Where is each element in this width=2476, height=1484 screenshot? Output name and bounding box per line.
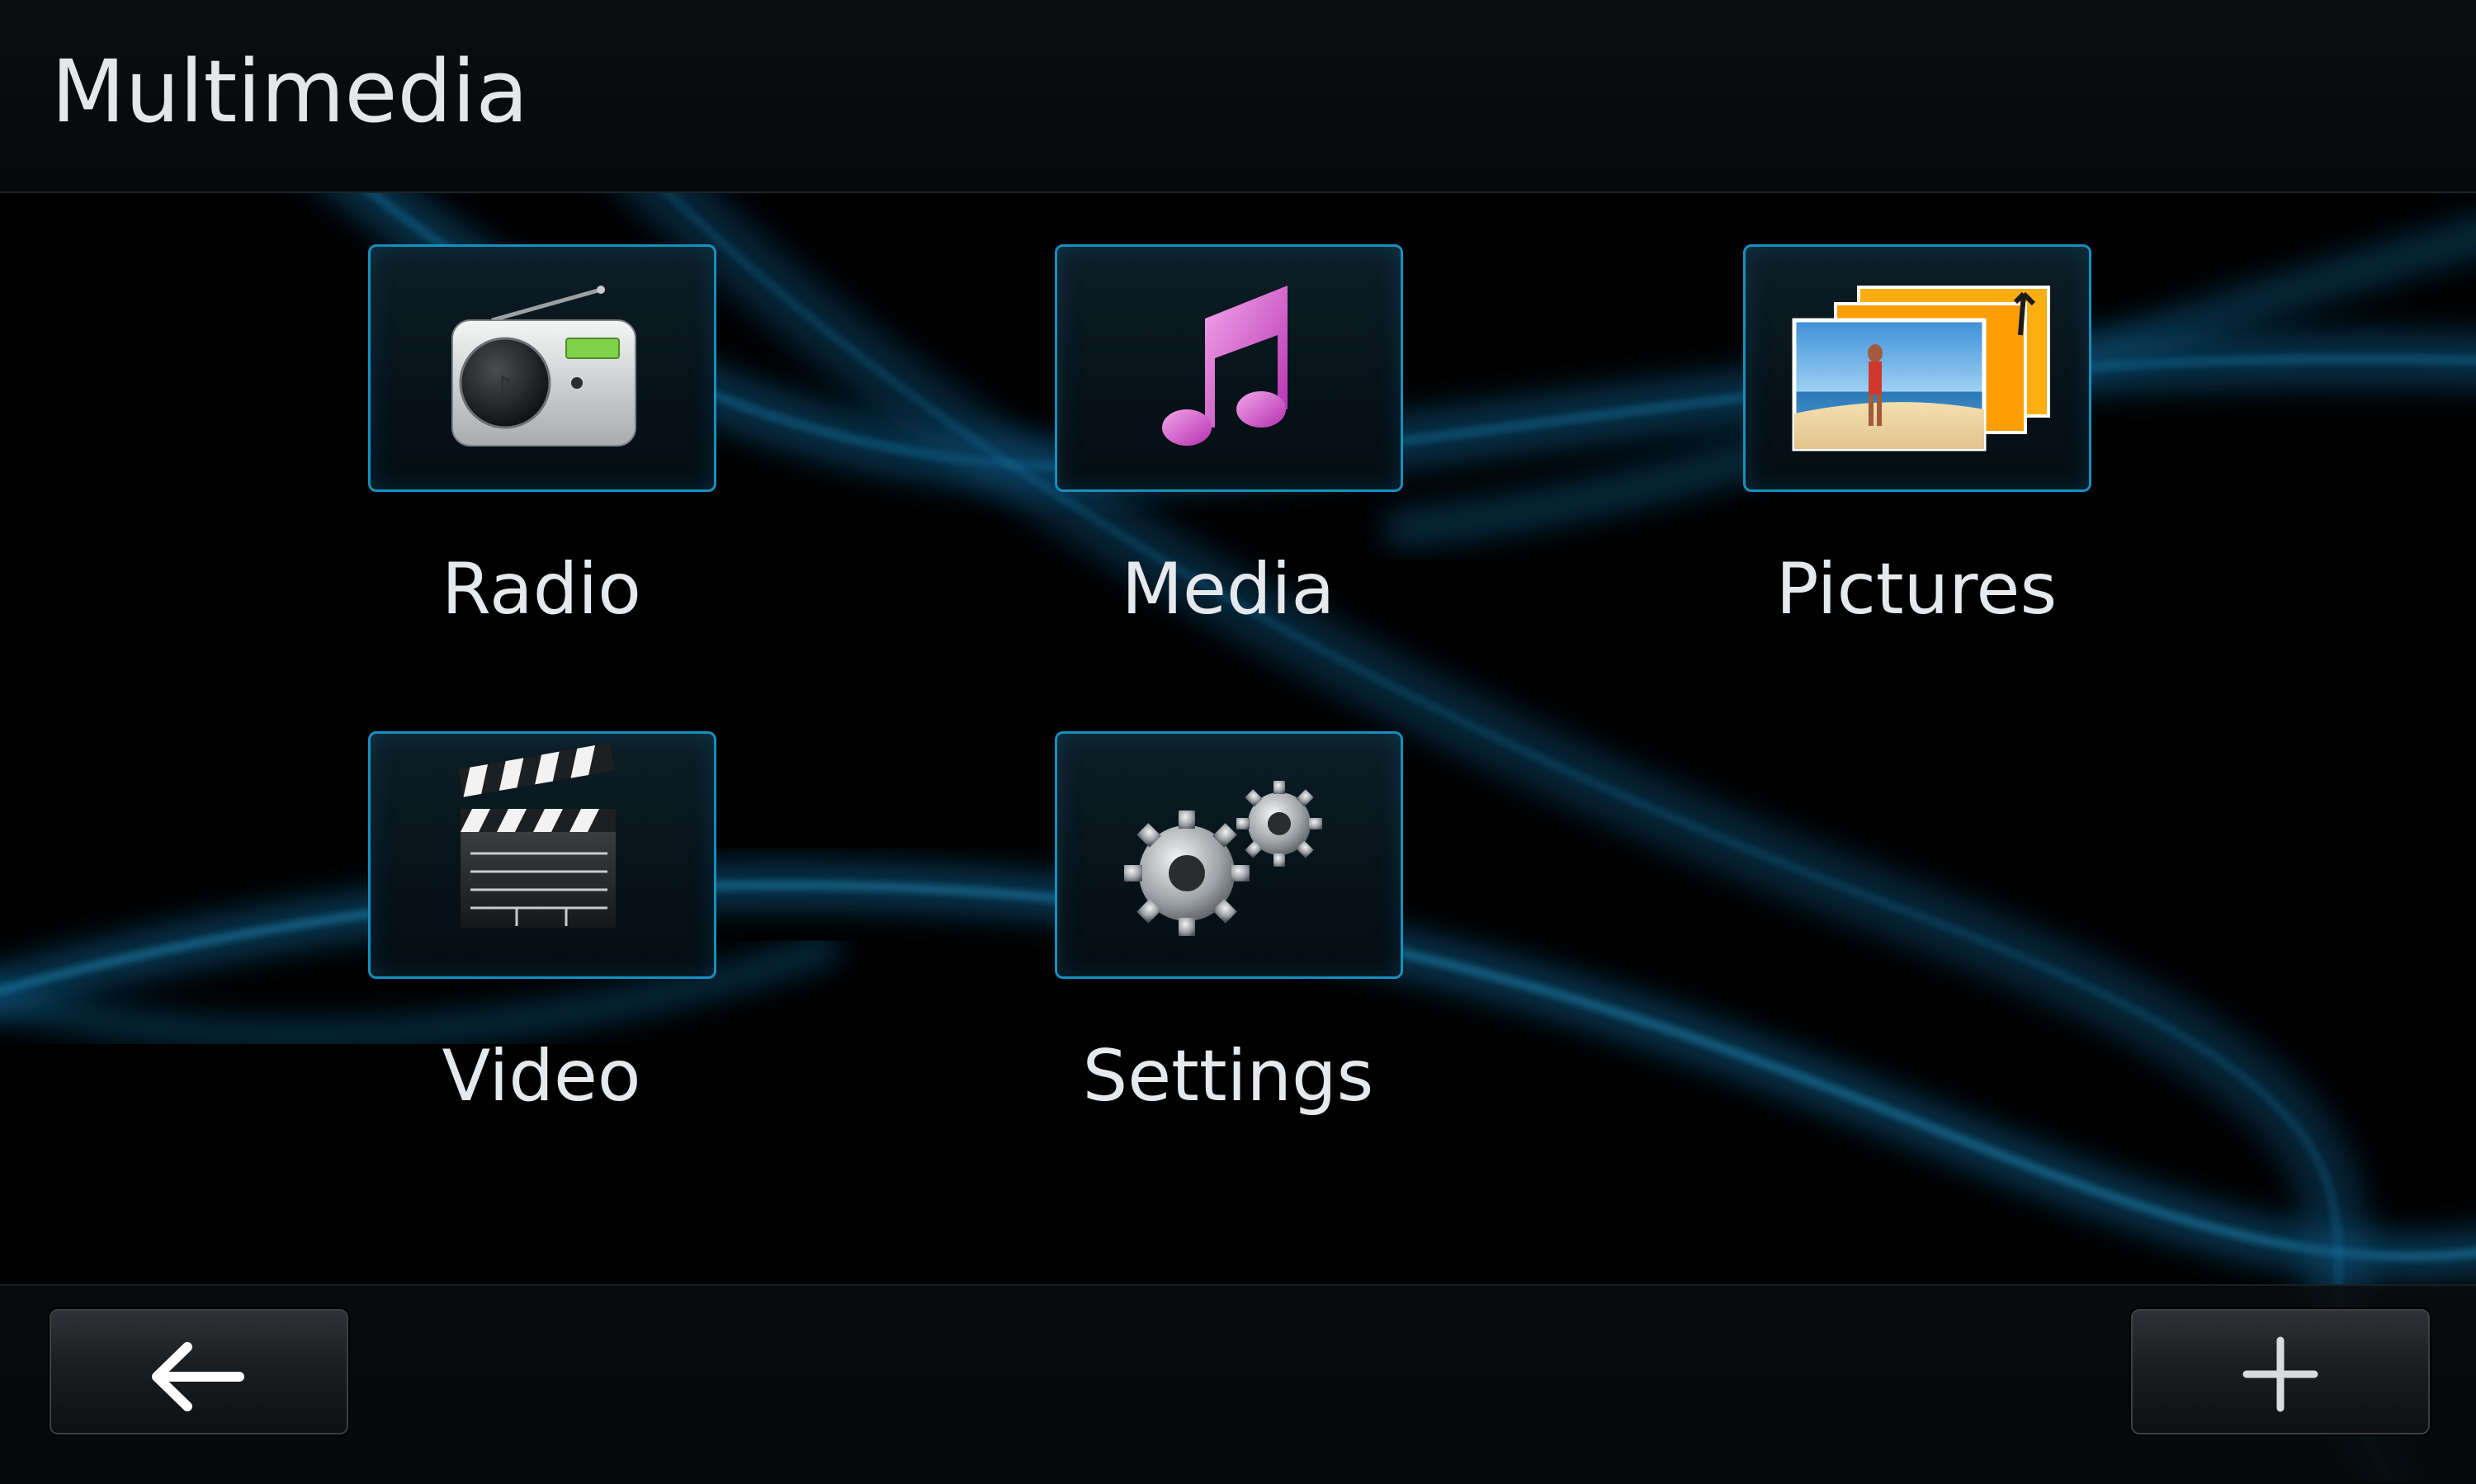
bottom-bar: [0, 1284, 2476, 1484]
clapperboard-icon: [458, 742, 616, 928]
music-note-icon: [1162, 286, 1288, 446]
page-title: Multimedia: [51, 41, 529, 142]
tile-label: Video: [442, 1035, 641, 1118]
plus-icon: [2242, 1336, 2318, 1412]
menu-item-media[interactable]: Media: [1055, 244, 1403, 631]
add-button[interactable]: [2131, 1309, 2430, 1434]
menu-item-settings[interactable]: Settings: [1055, 731, 1403, 1118]
radio-icon: ♪: [451, 286, 636, 447]
tile-label: Settings: [1082, 1035, 1374, 1118]
menu-item-radio[interactable]: ♪ Radio: [368, 244, 716, 631]
svg-text:♪: ♪: [492, 370, 513, 408]
header-bar: Multimedia: [0, 0, 2476, 193]
back-button[interactable]: [50, 1309, 348, 1434]
menu-item-video[interactable]: Video: [368, 731, 716, 1118]
gears-icon: [1124, 781, 1322, 936]
tile-label: Media: [1121, 548, 1335, 631]
tile-label: Pictures: [1775, 548, 2058, 631]
back-arrow-icon: [152, 1342, 244, 1411]
pictures-icon: [1792, 286, 2050, 451]
menu-item-pictures[interactable]: Pictures: [1743, 244, 2091, 631]
tile-label: Radio: [442, 548, 641, 631]
